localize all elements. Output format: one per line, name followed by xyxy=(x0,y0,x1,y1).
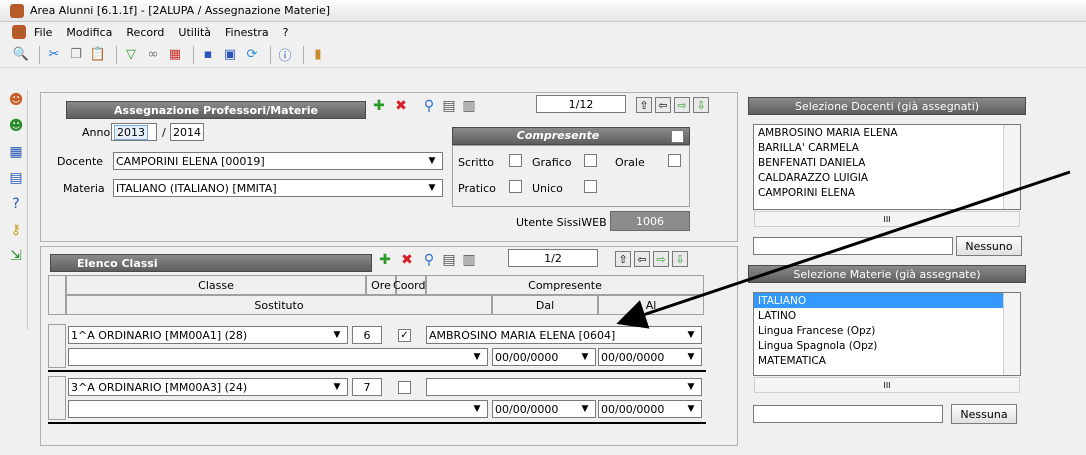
menu-utilita[interactable]: Utilità xyxy=(178,26,211,39)
row-selector[interactable] xyxy=(48,324,66,368)
row1-classe: 1^A ORDINARIO [MM00A1] (28) xyxy=(71,328,248,342)
menu-record[interactable]: Record xyxy=(126,26,164,39)
calculator-icon[interactable]: ▦ xyxy=(6,142,26,162)
chevron-down-icon[interactable]: ▼ xyxy=(683,379,699,395)
menu-modifica[interactable]: Modifica xyxy=(66,26,112,39)
left-sidebar: ☻ ☻ ▦ ▤ ? ⚷ ⇲ xyxy=(6,90,28,330)
add-icon[interactable]: ✚ xyxy=(376,251,394,269)
filter-icon[interactable]: ▽ xyxy=(122,46,140,64)
materie-filter-input[interactable] xyxy=(753,405,943,423)
row1-sostituto-select[interactable]: ▼ xyxy=(68,348,488,366)
title-bar: Area Alunni [6.1.1f] - [2ALUPA / Assegna… xyxy=(0,0,1086,22)
import-icon[interactable]: ⇲ xyxy=(6,246,26,266)
row2-dal: 00/00/0000 xyxy=(495,402,559,416)
row1-ore[interactable]: 6 xyxy=(352,326,382,344)
col-ore[interactable]: Ore xyxy=(366,275,396,295)
row2-classe-select[interactable]: 3^A ORDINARIO [MM00A3] (24) ▼ xyxy=(68,378,348,396)
row1-classe-select[interactable]: 1^A ORDINARIO [MM00A1] (28) ▼ xyxy=(68,326,348,344)
col-coord[interactable]: Coord. xyxy=(393,275,429,295)
row-divider xyxy=(48,422,706,424)
classi-counter: 1/2 xyxy=(508,249,598,267)
calendar-icon[interactable]: ▤ xyxy=(6,168,26,188)
row-selector[interactable] xyxy=(48,376,66,420)
col-dal[interactable]: Dal xyxy=(492,295,598,315)
chevron-down-icon[interactable]: ▼ xyxy=(577,401,593,417)
chevron-down-icon[interactable]: ▼ xyxy=(469,349,485,365)
binoculars-icon[interactable]: ⚲ xyxy=(420,251,438,269)
chevron-down-icon[interactable]: ▼ xyxy=(329,327,345,343)
grid-icon[interactable]: ▦ xyxy=(166,46,184,64)
chevron-down-icon[interactable]: ▼ xyxy=(469,401,485,417)
classi-panel-title: Elenco Classi xyxy=(50,254,372,272)
col-classe[interactable]: Classe xyxy=(66,275,366,295)
key-icon[interactable]: ⚷ xyxy=(6,220,26,240)
row2-compresente-select[interactable]: ▼ xyxy=(426,378,702,396)
row-divider xyxy=(48,370,706,372)
save-icon[interactable]: ▪ xyxy=(199,46,217,64)
cards-icon[interactable]: ▥ xyxy=(460,251,478,269)
refresh-icon[interactable]: ⟳ xyxy=(243,46,261,64)
row2-ore[interactable]: 7 xyxy=(352,378,382,396)
list-item[interactable]: AMBROSINO MARIA ELENA xyxy=(754,125,1020,140)
users-icon[interactable]: ☻ xyxy=(6,116,26,136)
row1-al: 00/00/0000 xyxy=(601,350,665,364)
row-header-corner xyxy=(48,275,66,315)
row1-coord-checkbox[interactable]: ✓ xyxy=(398,329,411,342)
row2-coord-checkbox[interactable] xyxy=(398,381,411,394)
docenti-panel-title: Selezione Docenti (già assegnati) xyxy=(748,97,1026,115)
user-icon[interactable]: ☻ xyxy=(6,90,26,110)
chevron-down-icon[interactable]: ▼ xyxy=(577,349,593,365)
menu-help[interactable]: ? xyxy=(283,26,289,39)
row2-dal-field[interactable]: 00/00/0000 ▼ xyxy=(492,400,596,418)
list-item[interactable]: BENFENATI DANIELA xyxy=(754,155,1020,170)
nessuna-button[interactable]: Nessuna xyxy=(951,404,1017,424)
list-item[interactable]: MATEMATICA xyxy=(754,353,1020,368)
annotation-arrow xyxy=(616,170,1071,329)
separator xyxy=(39,45,40,64)
list-item[interactable]: BARILLA' CARMELA xyxy=(754,140,1020,155)
exit-icon[interactable]: ▮ xyxy=(309,46,327,64)
row2-sostituto-select[interactable]: ▼ xyxy=(68,400,488,418)
chevron-down-icon[interactable]: ▼ xyxy=(683,401,699,417)
chevron-down-icon[interactable]: ▼ xyxy=(683,349,699,365)
help-icon[interactable]: ⓘ xyxy=(276,46,294,64)
row1-dal: 00/00/0000 xyxy=(495,350,559,364)
cut-icon[interactable]: ✂ xyxy=(45,46,63,64)
menu-file[interactable]: File xyxy=(34,26,52,39)
menu-finestra[interactable]: Finestra xyxy=(225,26,269,39)
horizontal-scrollbar[interactable]: III xyxy=(754,377,1020,393)
row1-dal-field[interactable]: 00/00/0000 ▼ xyxy=(492,348,596,366)
toolbar: 🔍 ✂ ❐ 📋 ▽ ∞ ▦ ▪ ▣ ⟳ ⓘ ▮ xyxy=(0,42,1086,68)
separator xyxy=(303,45,304,64)
chevron-down-icon[interactable]: ▼ xyxy=(329,379,345,395)
separator xyxy=(270,45,271,64)
row1-compresente: AMBROSINO MARIA ELENA [0604] xyxy=(429,328,616,342)
card-icon[interactable]: ▤ xyxy=(440,251,458,269)
row2-classe: 3^A ORDINARIO [MM00A3] (24) xyxy=(71,380,248,394)
row1-al-field[interactable]: 00/00/0000 ▼ xyxy=(598,348,702,366)
document-icon[interactable] xyxy=(12,25,26,39)
help-circle-icon[interactable]: ? xyxy=(6,194,26,214)
link-icon[interactable]: ∞ xyxy=(144,46,162,64)
app-icon xyxy=(10,3,24,18)
paste-icon[interactable]: 📋 xyxy=(89,46,107,64)
copy-icon[interactable]: ❐ xyxy=(67,46,85,64)
row2-al: 00/00/0000 xyxy=(601,402,665,416)
col-sostituto[interactable]: Sostituto xyxy=(66,295,492,315)
menu-bar: File Modifica Record Utilità Finestra ? xyxy=(0,22,1086,42)
scroll-thumb-grip: III xyxy=(883,380,891,390)
delete-icon[interactable]: ✖ xyxy=(398,251,416,269)
row2-al-field[interactable]: 00/00/0000 ▼ xyxy=(598,400,702,418)
save-all-icon[interactable]: ▣ xyxy=(221,46,239,64)
search-icon[interactable]: 🔍 xyxy=(12,46,30,64)
window-title: Area Alunni [6.1.1f] - [2ALUPA / Assegna… xyxy=(30,4,331,17)
separator xyxy=(193,45,194,64)
separator xyxy=(116,45,117,64)
